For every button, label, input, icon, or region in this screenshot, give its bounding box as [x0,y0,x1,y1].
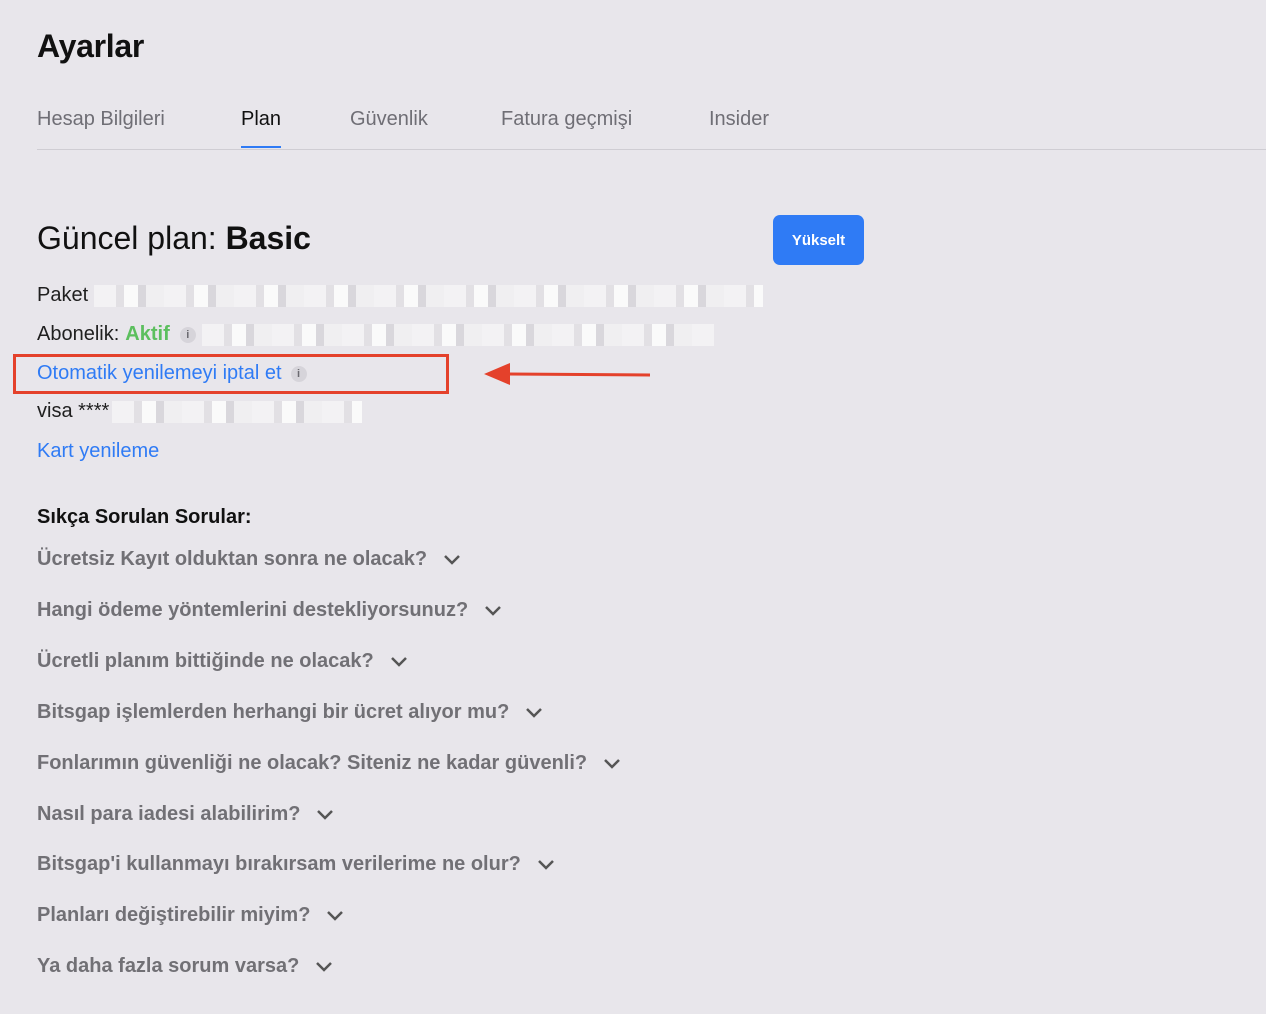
faq-question: Bitsgap'i kullanmayı bırakırsam verileri… [37,853,521,875]
faq-item[interactable]: Nasıl para iadesi alabilirim? [37,803,334,826]
package-value-redacted [94,284,764,307]
card-renew-row: Kart yenileme [37,440,159,463]
chevron-down-icon [317,809,334,820]
chevron-down-icon [604,758,621,769]
faq-question: Ücretsiz Kayıt olduktan sonra ne olacak? [37,548,428,570]
faq-question: Ücretli planım bittiğinde ne olacak? [37,650,374,672]
faq-question: Ya daha fazla sorum varsa? [37,955,300,977]
package-row: Paket [37,284,764,307]
card-renew-link[interactable]: Kart yenileme [37,440,159,463]
subscription-info-icon[interactable]: i [179,326,196,343]
current-plan-heading: Güncel plan: Basic [37,220,311,257]
chevron-down-icon [485,605,502,616]
card-number-redacted [112,400,363,423]
package-label: Paket [37,284,89,306]
upgrade-button[interactable]: Yükselt [773,215,864,265]
faq-question: Nasıl para iadesi alabilirim? [37,803,301,825]
faq-item[interactable]: Fonlarımın güvenliği ne olacak? Siteniz … [37,752,621,775]
annotation-highlight-box [13,354,449,394]
faq-title: Sıkça Sorulan Sorular: [37,506,252,528]
subscription-label: Abonelik: [37,323,120,345]
faq-question: Hangi ödeme yöntemlerini destekliyorsunu… [37,599,469,621]
chevron-down-icon [444,554,461,565]
card-label: visa **** [37,400,110,422]
chevron-down-icon [526,707,543,718]
chevron-down-icon [537,859,554,870]
settings-tabs: Hesap Bilgileri Plan Güvenlik Fatura geç… [37,96,1266,150]
tab-security[interactable]: Güvenlik [350,108,428,131]
faq-item[interactable]: Hangi ödeme yöntemlerini destekliyorsunu… [37,599,502,622]
chevron-down-icon [316,961,333,972]
faq-item[interactable]: Ya daha fazla sorum varsa? [37,955,333,978]
faq-item[interactable]: Bitsgap'i kullanmayı bırakırsam verileri… [37,853,555,876]
page-title: Ayarlar [37,28,145,64]
tab-billing-history[interactable]: Fatura geçmişi [501,108,632,131]
tab-account-info[interactable]: Hesap Bilgileri [37,108,165,131]
subscription-status: Aktif [125,323,170,345]
faq-question: Bitsgap işlemlerden herhangi bir ücret a… [37,701,510,723]
faq-item[interactable]: Bitsgap işlemlerden herhangi bir ücret a… [37,701,543,724]
faq-item[interactable]: Planları değiştirebilir miyim? [37,904,344,927]
tab-plan[interactable]: Plan [241,108,282,148]
chevron-down-icon [327,910,344,921]
faq-question: Planları değiştirebilir miyim? [37,904,311,926]
subscription-details-redacted [201,323,714,346]
current-plan-prefix: Güncel plan: [37,220,217,256]
tab-insider[interactable]: Insider [709,108,769,131]
chevron-down-icon [390,656,407,667]
faq-item[interactable]: Ücretsiz Kayıt olduktan sonra ne olacak? [37,548,461,571]
current-plan-name: Basic [225,220,311,256]
faq-item[interactable]: Ücretli planım bittiğinde ne olacak? [37,650,408,673]
card-row: visa **** [37,400,363,423]
subscription-row: Abonelik: Aktif i [37,323,714,346]
faq-question: Fonlarımın güvenliği ne olacak? Siteniz … [37,752,588,774]
annotation-arrow-icon [484,363,651,385]
